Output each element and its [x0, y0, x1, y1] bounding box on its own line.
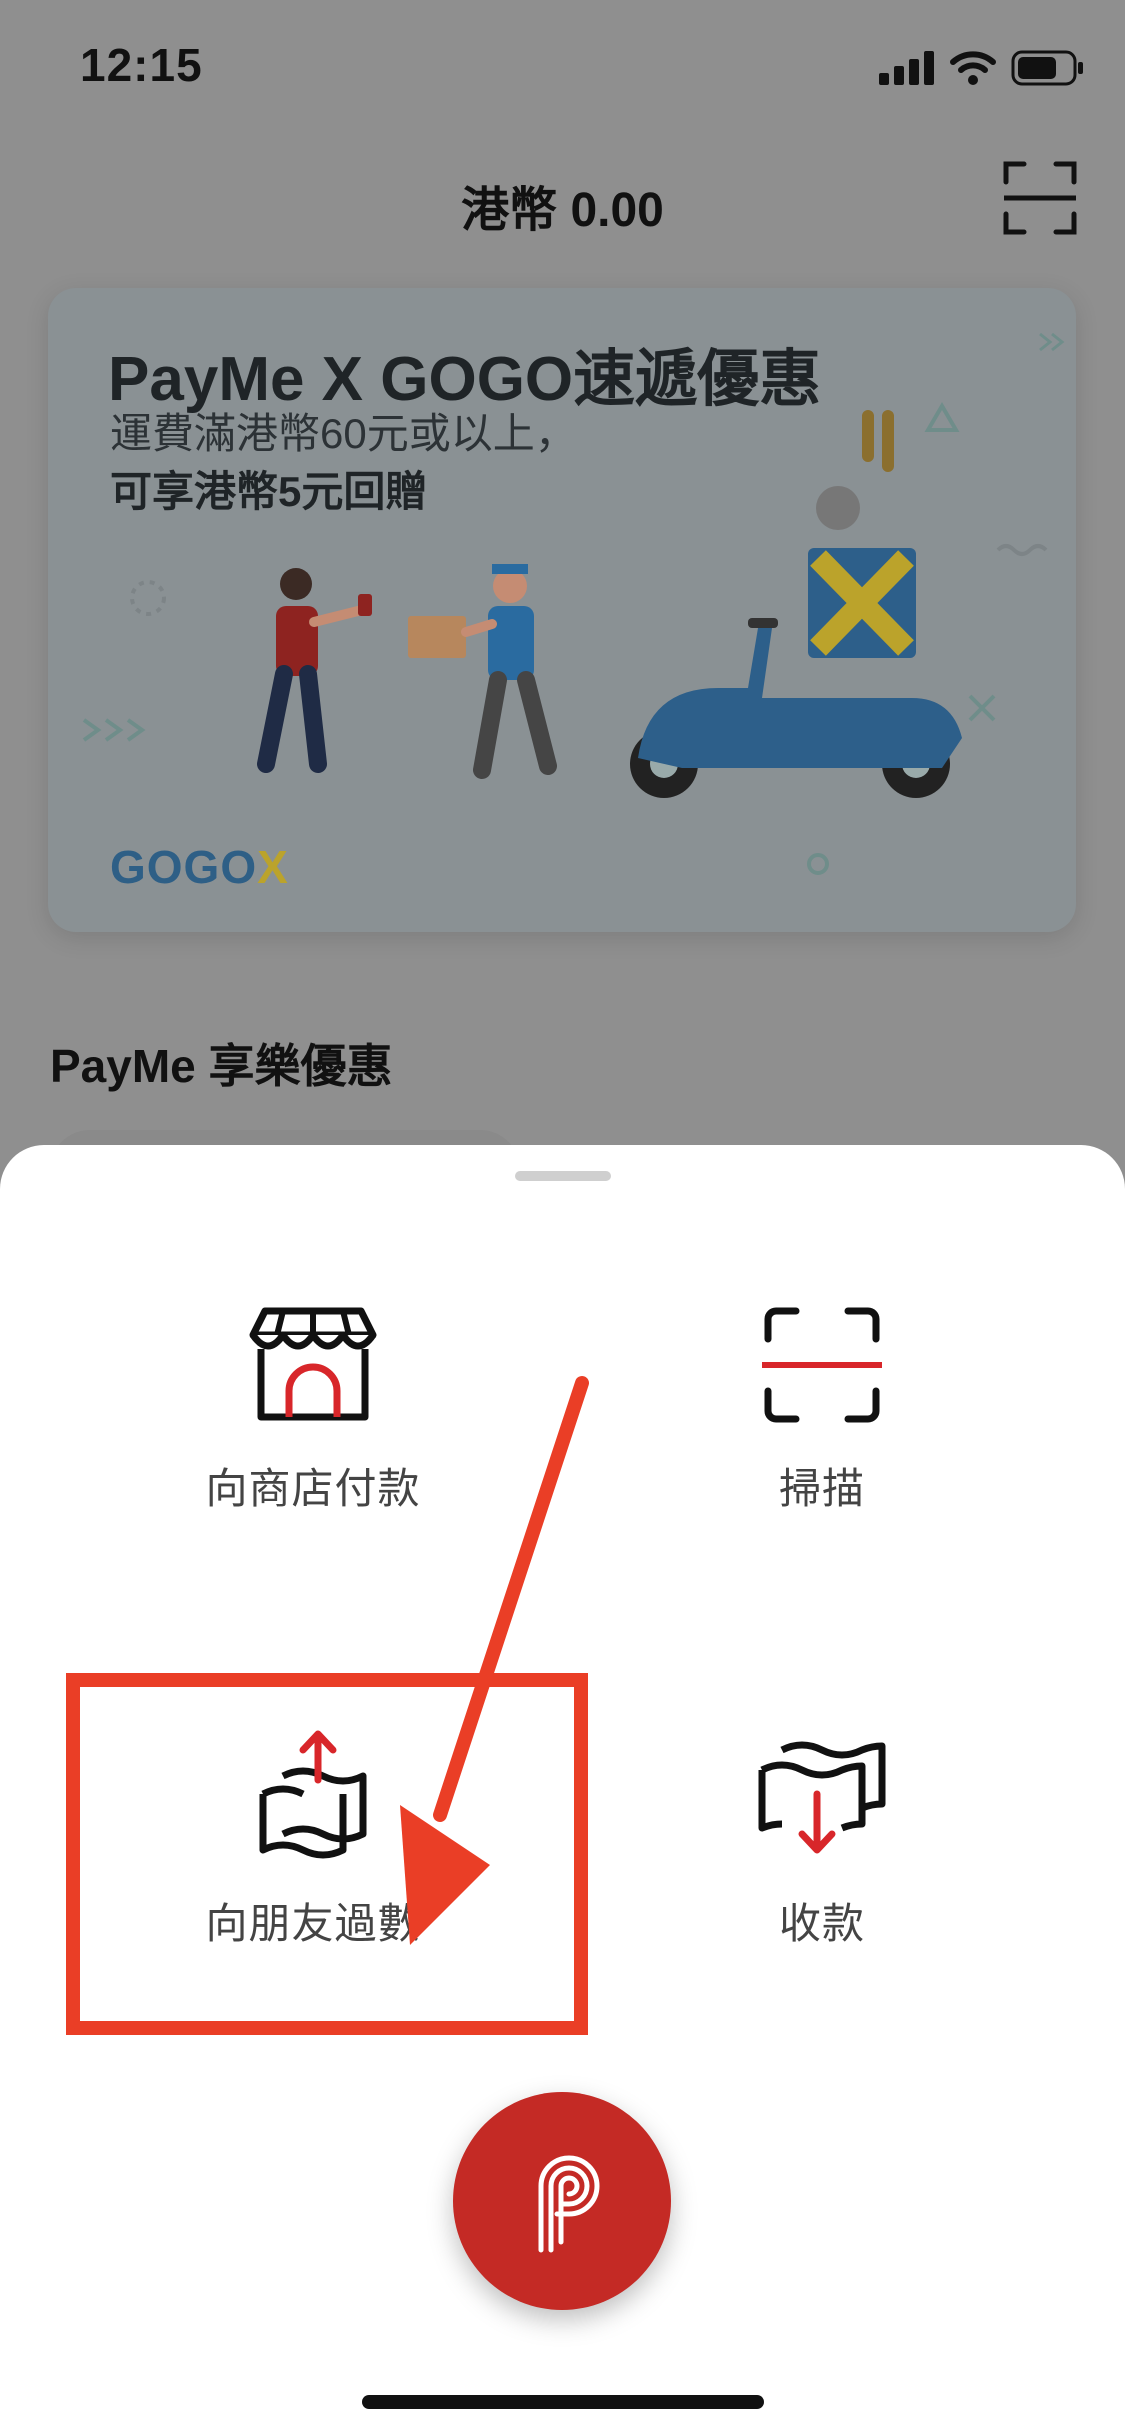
payme-main-button[interactable]	[453, 2092, 671, 2310]
receive-money-icon	[758, 1741, 886, 1854]
scan-label: 掃描	[778, 1465, 865, 1512]
scan-button[interactable]: 掃描	[642, 1305, 1002, 1516]
pay-merchant-label: 向商店付款	[205, 1465, 421, 1512]
promo-brand-logo: GOGOX	[110, 840, 289, 894]
battery-icon	[1011, 50, 1083, 86]
signal-icon	[879, 51, 934, 85]
status-bar: 12:15	[0, 0, 1125, 130]
status-time: 12:15	[80, 39, 203, 91]
promo-subtitle: 運費滿港幣60元或以上，	[110, 410, 577, 457]
storefront-icon	[249, 1307, 377, 1421]
promo-highlight: 可享港幣5元回贈	[110, 468, 428, 515]
receive-money-label: 收款	[778, 1900, 865, 1947]
home-indicator[interactable]	[362, 2395, 764, 2409]
action-sheet: 向商店付款 掃描 向朋友過數 收款	[0, 1145, 1125, 2436]
wifi-icon	[950, 51, 996, 85]
promo-banner[interactable]: PayMe X GOGO速遞優惠 運費滿港幣60元或以上， 可享港幣5元回贈 G…	[48, 288, 1076, 932]
section-title: PayMe 享樂優惠	[50, 1040, 393, 1092]
scan-icon[interactable]	[1002, 160, 1078, 236]
highlight-box	[66, 1673, 588, 2035]
status-icons	[879, 48, 1085, 88]
balance-label: 港幣 0.00	[461, 184, 664, 237]
receive-money-button[interactable]: 收款	[642, 1730, 1002, 1951]
scan-icon	[762, 1307, 882, 1423]
promo-brand-x: X	[257, 841, 289, 893]
sheet-grabber[interactable]	[515, 1171, 611, 1181]
promo-brand-main: GOGO	[110, 841, 258, 893]
payme-logo-icon	[538, 2155, 600, 2253]
pay-merchant-button[interactable]: 向商店付款	[133, 1305, 493, 1516]
